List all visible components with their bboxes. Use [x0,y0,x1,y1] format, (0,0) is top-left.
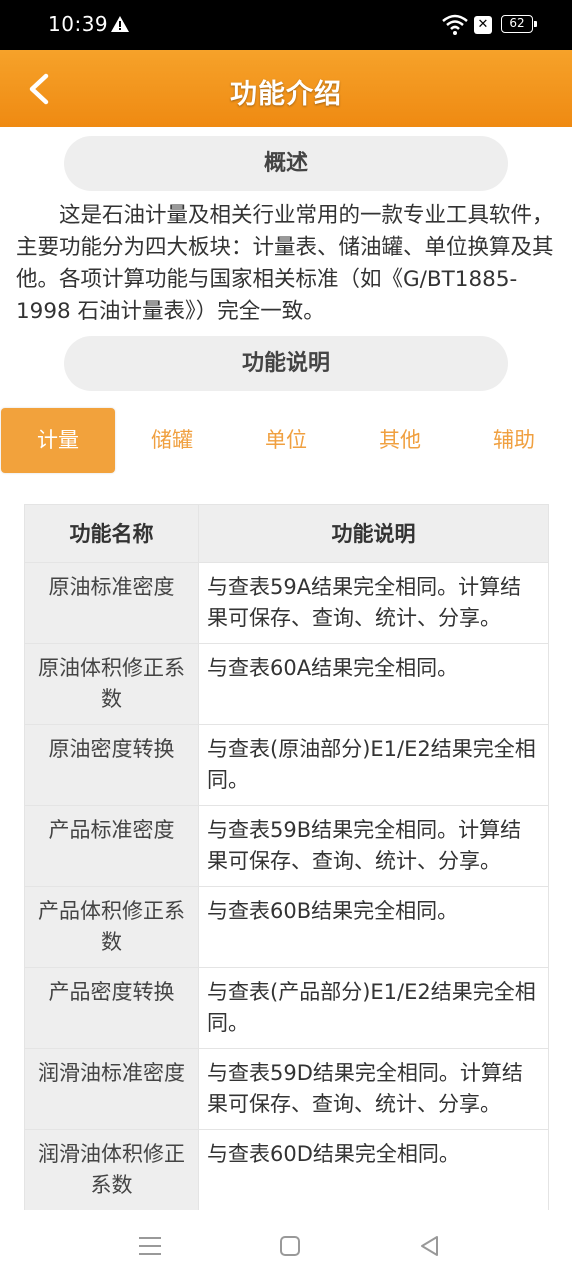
function-name: 原油标准密度 [24,562,199,644]
table-row: 产品体积修正系数 与查表60B结果完全相同。 [24,886,549,968]
table-row: 产品密度转换 与查表(产品部分)E1/E2结果完全相同。 [24,967,549,1049]
function-name: 润滑油体积修正系数 [24,1129,199,1211]
wifi-icon [442,14,468,35]
table-row: 润滑油标准密度 与查表59D结果完全相同。计算结果可保存、查询、统计、分享。 [24,1048,549,1130]
page-title: 功能介绍 [230,79,342,110]
function-name: 原油体积修正系数 [24,643,199,725]
app-bar: 功能介绍 [0,50,572,127]
function-desc: 与查表59D结果完全相同。计算结果可保存、查询、统计、分享。 [198,1048,549,1130]
function-desc: 与查表59B结果完全相同。计算结果可保存、查询、统计、分享。 [198,805,549,887]
back-triangle-icon[interactable] [416,1232,444,1260]
function-name: 原油密度转换 [24,724,199,806]
function-heading: 功能说明 [64,336,508,391]
sim-off-icon: ✕ [474,16,492,34]
function-desc: 与查表60B结果完全相同。 [198,886,549,968]
table-row: 产品标准密度 与查表59B结果完全相同。计算结果可保存、查询、统计、分享。 [24,805,549,887]
function-desc: 与查表60A结果完全相同。 [198,643,549,725]
function-name: 产品密度转换 [24,967,199,1049]
function-table: 功能名称 功能说明 原油标准密度 与查表59A结果完全相同。计算结果可保存、查询… [24,504,549,1211]
home-icon[interactable] [276,1232,304,1260]
function-name: 润滑油标准密度 [24,1048,199,1130]
status-time: 10:39 [48,12,109,36]
battery-icon: 62 [501,15,537,33]
table-row: 原油标准密度 与查表59A结果完全相同。计算结果可保存、查询、统计、分享。 [24,562,549,644]
tab-tank[interactable]: 储罐 [115,408,229,473]
menu-icon[interactable] [136,1232,164,1260]
function-desc: 与查表(原油部分)E1/E2结果完全相同。 [198,724,549,806]
status-bar: 10:39 ✕ 62 [0,0,572,50]
function-desc: 与查表59A结果完全相同。计算结果可保存、查询、统计、分享。 [198,562,549,644]
table-row: 原油体积修正系数 与查表60A结果完全相同。 [24,643,549,725]
tab-metering[interactable]: 计量 [1,408,115,473]
overview-heading: 概述 [64,136,508,191]
tab-other[interactable]: 其他 [343,408,457,473]
function-name: 产品标准密度 [24,805,199,887]
function-name: 产品体积修正系数 [24,886,199,968]
overview-text: 这是石油计量及相关行业常用的一款专业工具软件，主要功能分为四大板块：计量表、储油… [16,203,554,324]
function-desc: 与查表(产品部分)E1/E2结果完全相同。 [198,967,549,1049]
tab-unit[interactable]: 单位 [229,408,343,473]
column-header-desc: 功能说明 [198,504,549,563]
warning-icon [111,16,129,32]
category-tabs: 计量 储罐 单位 其他 辅助 [0,408,572,474]
table-row: 原油密度转换 与查表(原油部分)E1/E2结果完全相同。 [24,724,549,806]
system-nav-bar [0,1210,572,1280]
table-row: 润滑油体积修正系数 与查表60D结果完全相同。 [24,1129,549,1211]
column-header-name: 功能名称 [24,504,199,563]
function-desc: 与查表60D结果完全相同。 [198,1129,549,1211]
tab-auxiliary[interactable]: 辅助 [457,408,571,473]
